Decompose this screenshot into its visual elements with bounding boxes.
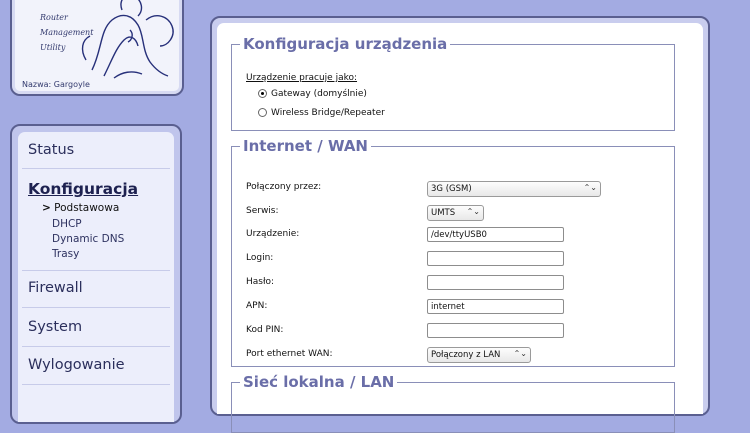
service-value: UMTS	[431, 208, 456, 218]
sidebar-divider	[22, 168, 170, 169]
select-arrows-icon: ⌃⌄	[466, 207, 480, 216]
sidebar-subitem-dynamic-dns[interactable]: Dynamic DNS	[52, 233, 124, 245]
connection-type-label: Połączony przez:	[246, 182, 322, 192]
connection-type-value: 3G (GSM)	[431, 184, 472, 194]
sidebar-subitem-label: Podstawowa	[54, 202, 120, 214]
wan-port-value: Połączony z LAN	[431, 350, 501, 360]
wan-title: Internet / WAN	[243, 137, 368, 155]
select-arrows-icon: ⌃⌄	[513, 349, 527, 358]
apn-label: APN:	[246, 301, 268, 311]
main-panel: Konfiguracja urządzenia Urządzenie pracu…	[210, 16, 710, 433]
sidebar-subitem-trasy[interactable]: Trasy	[52, 248, 79, 260]
bridge-radio-label[interactable]: Wireless Bridge/Repeater	[271, 108, 385, 118]
logo-panel: Router Management Utility Nazwa: Gargoyl…	[10, 0, 184, 96]
connection-type-select[interactable]: 3G (GSM) ⌃⌄	[427, 181, 601, 197]
sidebar-menu: Status Konfiguracja > Podstawowa DHCP Dy…	[18, 132, 174, 422]
sidebar-divider	[22, 346, 170, 347]
login-label: Login:	[246, 253, 274, 263]
sidebar-item-wylogowanie[interactable]: Wylogowanie	[28, 357, 125, 373]
select-arrows-icon: ⌃⌄	[583, 183, 597, 192]
device-mode-label: Urządzenie pracuje jako:	[246, 73, 358, 83]
sidebar-subitem-podstawowa[interactable]: > Podstawowa	[42, 202, 119, 214]
lan-title: Sieć lokalna / LAN	[243, 373, 395, 391]
device-config-section: Konfiguracja urządzenia Urządzenie pracu…	[231, 35, 675, 131]
bridge-radio[interactable]	[258, 108, 267, 117]
current-page-marker: >	[42, 202, 51, 214]
wan-port-label: Port ethernet WAN:	[246, 349, 333, 359]
device-input[interactable]: /dev/ttyUSB0	[427, 227, 564, 242]
sidebar: Status Konfiguracja > Podstawowa DHCP Dy…	[10, 124, 182, 424]
device-label: Urządzenie:	[246, 229, 300, 239]
main-content: Konfiguracja urządzenia Urządzenie pracu…	[217, 23, 703, 433]
sidebar-item-system[interactable]: System	[28, 319, 82, 335]
sidebar-item-konfiguracja[interactable]: Konfiguracja	[28, 180, 138, 198]
wan-section: Internet / WAN Połączony przez: 3G (GSM)…	[231, 137, 675, 367]
device-config-title: Konfiguracja urządzenia	[243, 35, 448, 53]
apn-input[interactable]: internet	[427, 299, 564, 314]
pin-input[interactable]	[427, 323, 564, 338]
router-name: Nazwa: Gargoyle	[22, 80, 90, 89]
login-input[interactable]	[427, 251, 564, 266]
password-label: Hasło:	[246, 277, 275, 287]
service-label: Serwis:	[246, 206, 279, 216]
lan-section: Sieć lokalna / LAN	[231, 373, 675, 433]
gargoyle-logo-icon	[81, 0, 174, 79]
sidebar-subitem-dhcp[interactable]: DHCP	[52, 218, 82, 230]
gateway-radio[interactable]	[258, 89, 267, 98]
password-input[interactable]	[427, 275, 564, 290]
sidebar-item-firewall[interactable]: Firewall	[28, 280, 83, 296]
service-select[interactable]: UMTS ⌃⌄	[427, 205, 484, 221]
sidebar-item-status[interactable]: Status	[28, 142, 74, 158]
sidebar-divider	[22, 270, 170, 271]
sidebar-divider	[22, 384, 170, 385]
wan-port-select[interactable]: Połączony z LAN ⌃⌄	[427, 347, 531, 363]
gateway-radio-label[interactable]: Gateway (domyślnie)	[271, 89, 367, 99]
sidebar-divider	[22, 307, 170, 308]
pin-label: Kod PIN:	[246, 325, 284, 335]
